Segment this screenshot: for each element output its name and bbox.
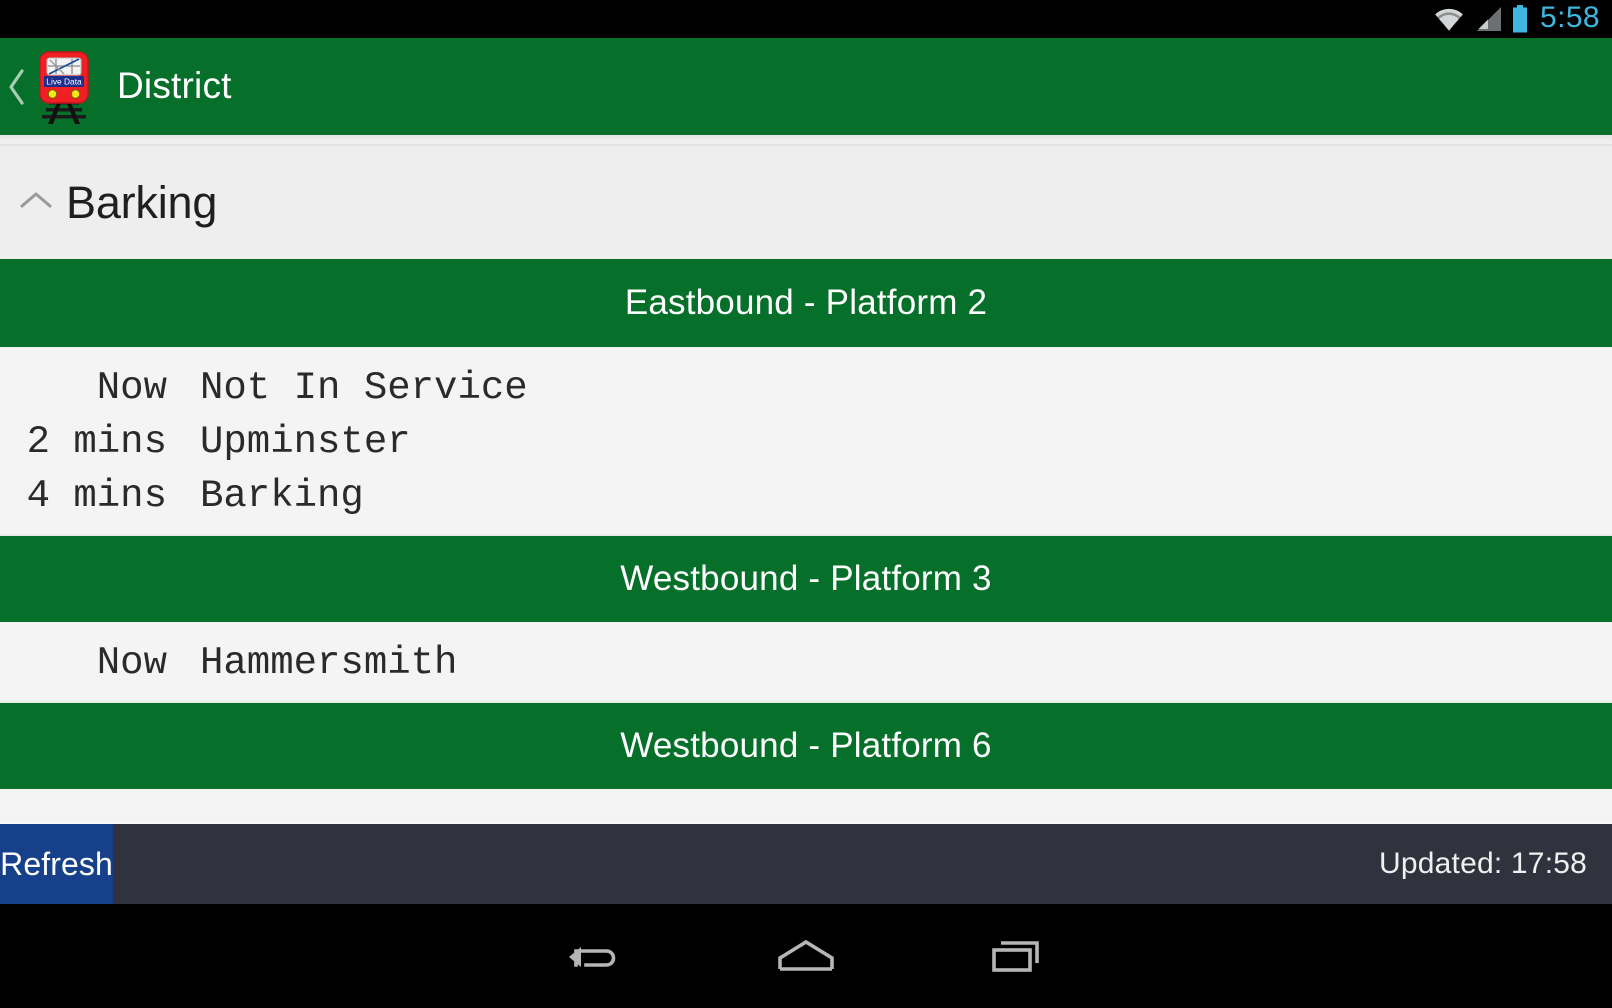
android-screen: 5:58 Live Data District Barking Eastboun… [0,0,1612,1008]
home-icon [775,936,837,976]
departure-list-westbound-3: Now Hammersmith [0,622,1612,701]
departure-destination: Hammersmith [200,641,458,685]
departure-row: 2 mins Upminster [0,423,1612,462]
departure-time: Now [96,366,167,410]
departure-row: Now Not In Service [0,369,1612,408]
battery-icon [1511,5,1529,33]
app-logo-train-icon[interactable]: Live Data [34,45,94,129]
bottom-action-bar: Refresh Updated: 17:58 [0,824,1612,904]
up-navigation-chevron-icon[interactable] [2,38,32,135]
back-arrow-icon [568,935,624,977]
nav-recents-button[interactable] [911,904,1121,1008]
platform-header-eastbound-2: Eastbound - Platform 2 [0,259,1612,347]
departure-time: Now [96,641,167,685]
departure-time: 2 mins [26,420,167,464]
cellular-signal-icon [1475,6,1502,32]
nav-back-button[interactable] [491,904,701,1008]
status-bar-icons [1432,5,1529,33]
action-bar-shadow [0,135,1612,144]
departure-time: 4 mins [26,474,167,518]
android-navigation-bar [0,904,1612,1008]
station-name: Barking [66,176,218,228]
station-group-header[interactable]: Barking [0,146,1612,259]
platform-header-westbound-6: Westbound - Platform 6 [0,701,1612,789]
departure-list-eastbound-2: Now Not In Service 2 mins Upminster 4 mi… [0,347,1612,534]
departure-destination: Barking [200,474,364,518]
last-updated-label: Updated: 17:58 [1379,847,1587,880]
nav-home-button[interactable] [701,904,911,1008]
status-bar: 5:58 [0,0,1612,38]
nav-spacer-left [281,904,491,1008]
recent-apps-icon [987,935,1045,977]
refresh-button[interactable]: Refresh [0,824,113,904]
action-bar: Live Data District [0,38,1612,135]
platform-header-westbound-3: Westbound - Platform 3 [0,534,1612,622]
svg-text:Live Data: Live Data [46,76,82,86]
status-bar-clock: 5:58 [1540,1,1600,34]
page-title: District [117,64,232,106]
departure-row: 4 mins Barking [0,477,1612,516]
nav-spacer-right [1121,904,1331,1008]
departure-destination: Upminster [200,420,411,464]
chevron-up-icon[interactable] [18,189,54,211]
departures-scroll-area[interactable]: Eastbound - Platform 2 Now Not In Servic… [0,259,1612,822]
departure-destination: Not In Service [200,366,528,410]
wifi-icon [1432,6,1466,32]
departure-row: Now Hammersmith [0,644,1612,683]
